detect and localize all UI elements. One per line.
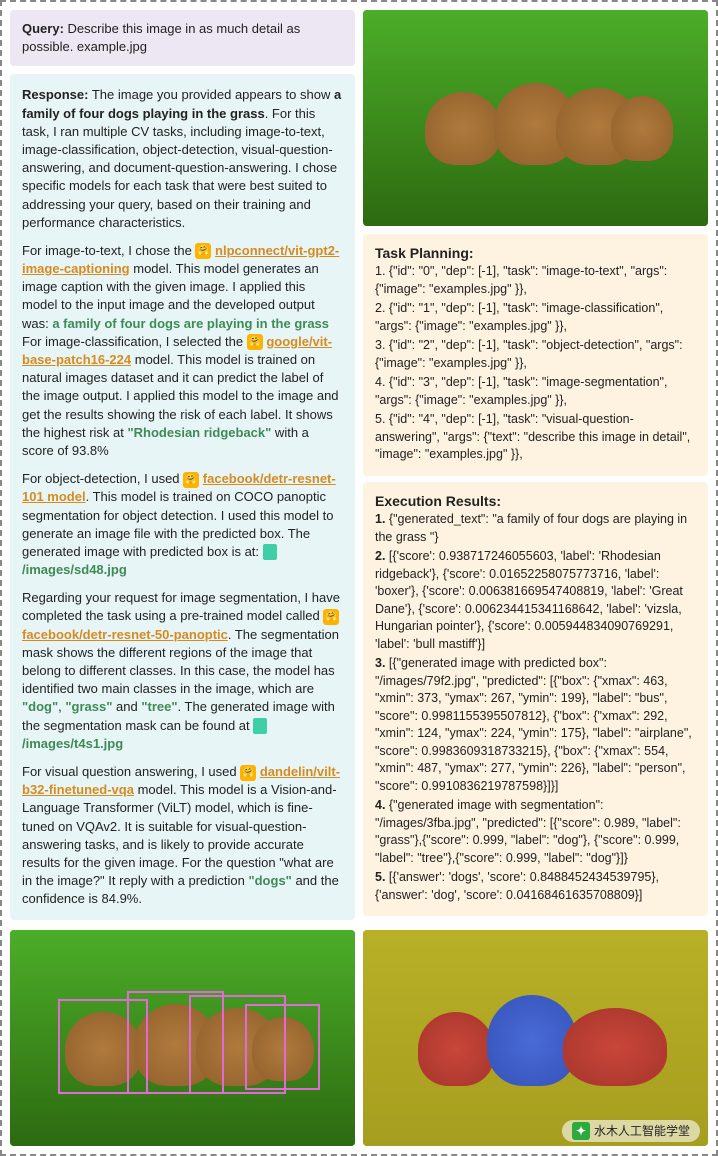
exec-item: 2. [{'score': 0.938717246055603, 'label'…: [375, 548, 696, 653]
output-2: "Rhodesian ridgeback": [128, 425, 272, 440]
output-1: a family of four dogs are playing in the…: [52, 316, 329, 331]
exec-list: 1. {"generated_text": "a family of four …: [375, 511, 696, 904]
exec-item: 5. [{'answer': 'dogs', 'score': 0.848845…: [375, 869, 696, 904]
top-row: Query: Describe this image in as much de…: [10, 10, 708, 922]
hf-icon: 🤗: [240, 765, 256, 781]
task-planning-heading: Task Planning:: [375, 244, 696, 264]
exec-item: 3. [{"generated image with predicted box…: [375, 655, 696, 795]
file-2: /images/t4s1.jpg: [22, 736, 123, 751]
segmentation-image-wrap: ✦ 水木人工智能学堂: [363, 930, 708, 1146]
task-item: 3. {"id": "2", "dep": [-1], "task": "obj…: [375, 337, 696, 372]
task-item: 5. {"id": "4", "dep": [-1], "task": "vis…: [375, 411, 696, 464]
model-4: facebook/detr-resnet-50-panoptic: [22, 627, 228, 642]
file-1: /images/sd48.jpg: [22, 562, 127, 577]
detection-image-wrap: [10, 930, 355, 1146]
watermark-text: 水木人工智能学堂: [594, 1123, 690, 1140]
output-5: "dogs": [248, 873, 291, 888]
file-icon: [253, 718, 267, 734]
response-p4: Regarding your request for image segment…: [22, 589, 343, 753]
response-p3: For object-detection, I used 🤗 facebook/…: [22, 470, 343, 579]
dog-shape: [425, 92, 501, 165]
right-column: Task Planning: 1. {"id": "0", "dep": [-1…: [363, 10, 708, 922]
exec-item: 4. {"generated image with segmentation":…: [375, 797, 696, 867]
seg-dog: [418, 1012, 494, 1085]
seg-dog: [563, 1008, 667, 1086]
query-box: Query: Describe this image in as much de…: [10, 10, 355, 66]
hf-icon: 🤗: [183, 472, 199, 488]
query-label: Query:: [22, 21, 64, 36]
response-label: Response:: [22, 87, 88, 102]
dog-shape: [611, 96, 673, 161]
wechat-icon: ✦: [572, 1122, 590, 1140]
hf-icon: 🤗: [195, 243, 211, 259]
hf-icon: 🤗: [323, 609, 339, 625]
execution-results-box: Execution Results: 1. {"generated_text":…: [363, 482, 708, 917]
task-list: 1. {"id": "0", "dep": [-1], "task": "ima…: [375, 263, 696, 464]
bbox: [245, 1004, 321, 1090]
task-item: 1. {"id": "0", "dep": [-1], "task": "ima…: [375, 263, 696, 298]
figure-container: Query: Describe this image in as much de…: [0, 0, 718, 1156]
response-box: Response: The image you provided appears…: [10, 74, 355, 920]
task-planning-box: Task Planning: 1. {"id": "0", "dep": [-1…: [363, 234, 708, 476]
watermark: ✦ 水木人工智能学堂: [562, 1120, 700, 1142]
response-intro: Response: The image you provided appears…: [22, 86, 343, 232]
task-item: 4. {"id": "3", "dep": [-1], "task": "ima…: [375, 374, 696, 409]
detection-image: [10, 930, 355, 1146]
bottom-row: ✦ 水木人工智能学堂: [10, 930, 708, 1146]
hf-icon: 🤗: [247, 334, 263, 350]
query-text: Describe this image in as much detail as…: [22, 21, 300, 54]
execution-heading: Execution Results:: [375, 492, 696, 512]
response-p2: For image-to-text, I chose the 🤗 nlpconn…: [22, 242, 343, 460]
input-image: [363, 10, 708, 226]
exec-item: 1. {"generated_text": "a family of four …: [375, 511, 696, 546]
response-p5: For visual question answering, I used 🤗 …: [22, 763, 343, 909]
file-icon: [263, 544, 277, 560]
segmentation-image: [363, 930, 708, 1146]
left-column: Query: Describe this image in as much de…: [10, 10, 355, 922]
task-item: 2. {"id": "1", "dep": [-1], "task": "ima…: [375, 300, 696, 335]
